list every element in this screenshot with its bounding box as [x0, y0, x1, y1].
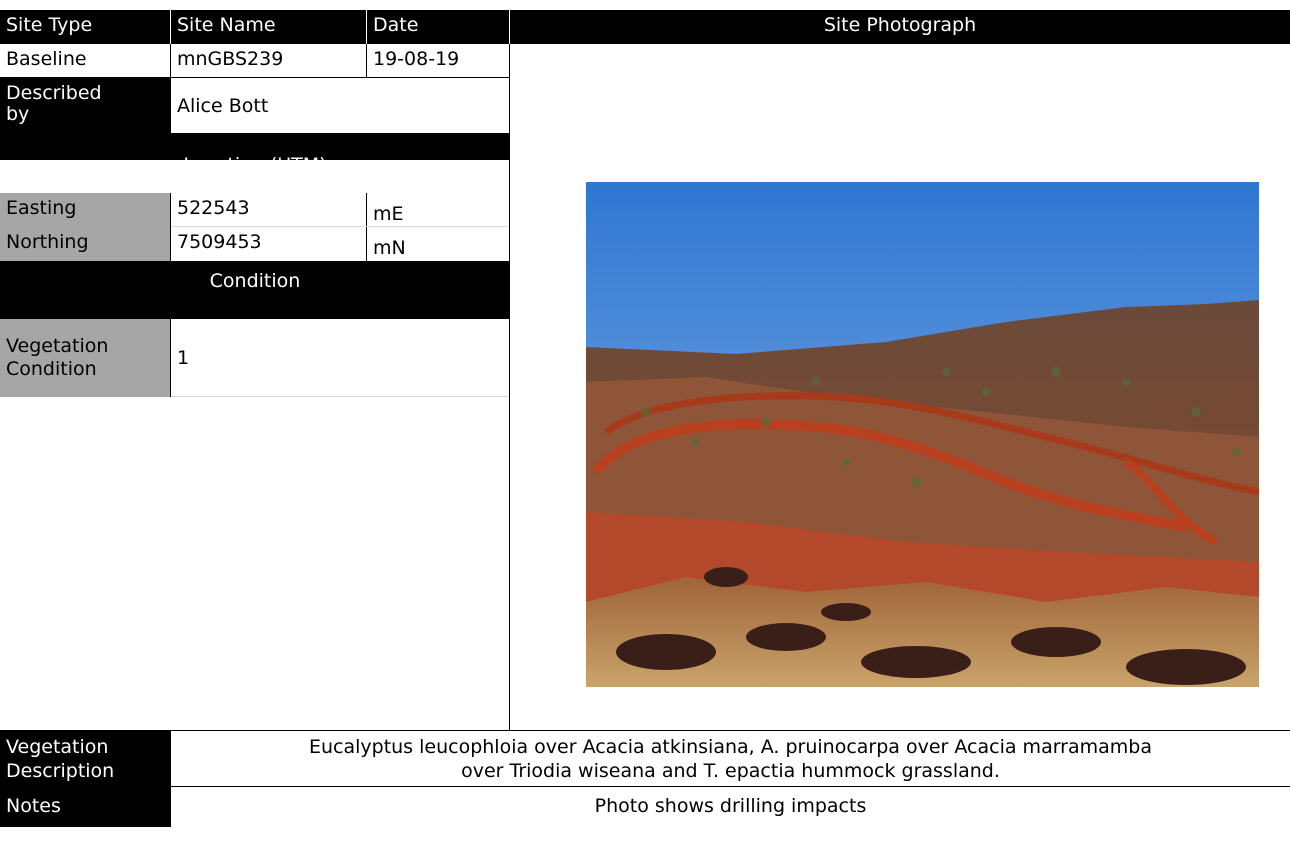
northing-value: 7509453 — [171, 227, 367, 261]
location-heading-text: Location (UTM) — [183, 154, 327, 176]
described-by-label-line2: by — [6, 103, 30, 125]
row-divider — [366, 193, 367, 227]
header-site-type: Site Type — [0, 10, 171, 44]
header-divider — [170, 10, 171, 44]
row-divider — [170, 227, 171, 261]
site-photograph-image — [586, 182, 1259, 687]
row-divider — [366, 227, 367, 261]
notes-value: Photo shows drilling impacts — [171, 787, 1290, 827]
header-divider — [509, 10, 510, 44]
northing-label: Northing — [0, 227, 171, 261]
date-value: 19-08-19 — [367, 44, 510, 78]
vegetation-condition-value: 1 — [171, 319, 510, 397]
described-by-label: Described by — [0, 78, 171, 133]
easting-value: 522543 — [171, 193, 367, 227]
row-divider — [170, 319, 171, 397]
row-divider — [366, 44, 367, 78]
vegetation-condition-label: Vegetation Condition — [0, 319, 171, 397]
easting-unit: mE — [367, 193, 510, 227]
vegetation-description-line2: over Triodia wiseana and T. epactia humm… — [461, 760, 1000, 782]
vegetation-condition-label-line2: Condition — [6, 358, 97, 380]
header-divider — [366, 10, 367, 44]
header-date: Date — [367, 10, 510, 44]
described-by-label-line1: Described — [6, 82, 102, 104]
notes-label: Notes — [0, 787, 171, 827]
row-border — [171, 396, 510, 397]
vegetation-description-line1: Eucalyptus leucophloia over Acacia atkin… — [308, 736, 1153, 758]
row-divider — [170, 193, 171, 227]
described-by-value: Alice Bott — [171, 78, 510, 133]
vegetation-condition-label-line1: Vegetation — [6, 335, 109, 357]
vegetation-description-value: Eucalyptus leucophloia over Acacia atkin… — [171, 731, 1290, 787]
header-site-photograph: Site Photograph — [510, 10, 1290, 44]
row-divider — [170, 78, 171, 133]
photo-column-border — [509, 44, 510, 731]
site-type-value: Baseline — [0, 44, 171, 78]
vegetation-description-label: Vegetation Description — [0, 731, 171, 787]
described-by-text: Alice Bott — [177, 94, 269, 117]
vegetation-description-label-line1: Vegetation — [6, 736, 109, 758]
vegetation-description-label-line2: Description — [6, 760, 115, 782]
condition-heading: Condition — [0, 261, 510, 319]
site-name-value: mnGBS239 — [171, 44, 367, 78]
northing-unit: mN — [367, 227, 510, 261]
row-divider — [170, 44, 171, 78]
header-site-name: Site Name — [171, 10, 367, 44]
vegetation-condition-text: 1 — [177, 347, 190, 369]
easting-label: Easting — [0, 193, 171, 227]
